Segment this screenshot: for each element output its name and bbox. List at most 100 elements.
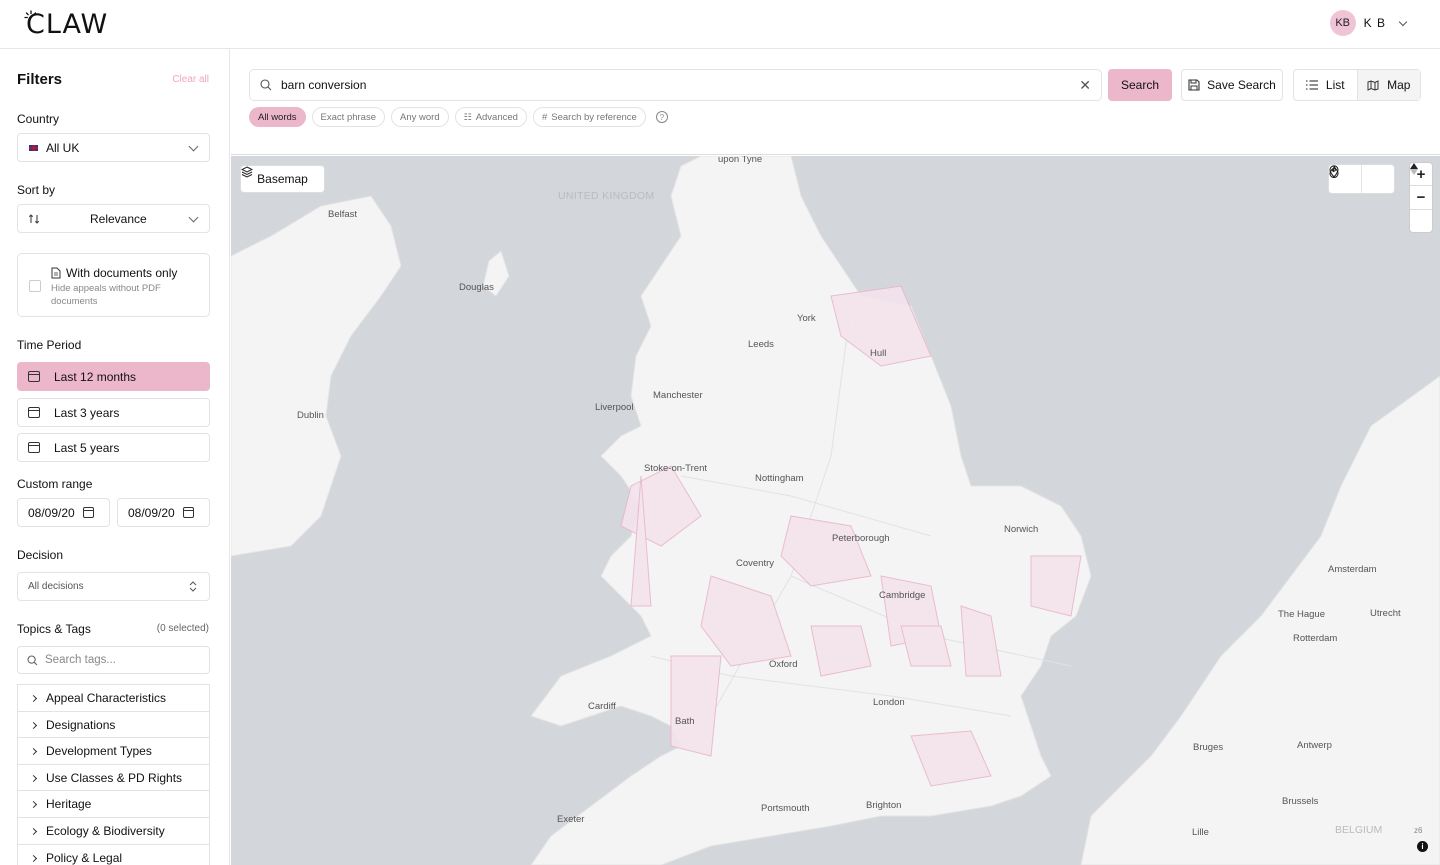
tag-group-development-types[interactable]: Development Types <box>17 737 210 764</box>
tag-group-designations[interactable]: Designations <box>17 711 210 738</box>
chevron-down-icon <box>1398 17 1408 26</box>
view-map-label: Map <box>1387 78 1411 92</box>
tag-group-label: Heritage <box>46 797 92 811</box>
country-value: All UK <box>46 140 80 155</box>
calendar-icon <box>28 407 40 418</box>
decision-label: Decision <box>17 548 64 562</box>
sun-icon <box>24 10 37 19</box>
chevron-down-icon <box>188 212 199 223</box>
chevron-right-icon <box>29 694 38 702</box>
documents-only-description: Hide appeals without PDF documents <box>51 283 161 307</box>
help-icon[interactable]: ? <box>655 111 668 123</box>
mode-advanced[interactable]: ☷ Advanced <box>454 107 527 127</box>
chevron-right-icon <box>29 747 38 755</box>
layers-icon <box>241 166 253 178</box>
tag-group-label: Designations <box>46 718 116 732</box>
basemap-button[interactable]: Basemap <box>240 165 325 193</box>
topics-label: Topics & Tags <box>17 622 91 636</box>
heatmap-flame-icon[interactable] <box>1329 165 1394 193</box>
decision-select[interactable]: All decisions <box>17 572 210 601</box>
search-input[interactable]: barn conversion ✕ <box>249 69 1102 101</box>
zoom-out-button[interactable]: − <box>1410 185 1432 208</box>
list-icon <box>1305 80 1318 90</box>
search-button[interactable]: Search <box>1108 69 1172 101</box>
period-last-12-months[interactable]: Last 12 months <box>17 362 210 391</box>
search-icon <box>27 654 38 665</box>
tag-group-use-classes[interactable]: Use Classes & PD Rights <box>17 764 210 791</box>
period-label: Last 5 years <box>54 440 120 455</box>
period-label: Last 12 months <box>54 369 137 384</box>
map-icon <box>1367 79 1379 91</box>
chevron-right-icon <box>29 854 38 862</box>
land-ireland <box>231 195 402 557</box>
user-menu[interactable]: KB K B <box>1329 10 1408 36</box>
view-toggle: List Map <box>1293 69 1421 101</box>
tag-group-label: Ecology & Biodiversity <box>46 824 165 838</box>
mode-search-by-reference[interactable]: # Search by reference <box>532 107 646 127</box>
tag-group-heritage[interactable]: Heritage <box>17 790 210 817</box>
map-canvas[interactable] <box>231 156 1440 865</box>
mode-any-word[interactable]: Any word <box>391 107 449 127</box>
compass-icon <box>1410 163 1418 175</box>
documents-only-filter[interactable]: With documents only Hide appeals without… <box>17 253 210 317</box>
sliders-icon: ☷ <box>463 111 472 122</box>
chevron-right-icon <box>29 800 38 808</box>
view-list-label: List <box>1325 78 1345 92</box>
sort-value: Relevance <box>90 211 147 226</box>
reset-north-button[interactable] <box>1410 163 1432 232</box>
filters-title: Filters <box>17 71 63 88</box>
tag-group-policy-legal[interactable]: Policy & Legal <box>17 844 210 865</box>
calendar-icon[interactable] <box>182 507 194 518</box>
chevron-right-icon <box>29 774 38 782</box>
chevron-right-icon <box>29 721 38 729</box>
period-last-5-years[interactable]: Last 5 years <box>17 433 210 462</box>
land-great-britain <box>530 156 1092 865</box>
land-isle-of-man <box>482 250 510 297</box>
logo-text: CLAW <box>26 8 109 40</box>
mode-all-words[interactable]: All words <box>249 107 306 127</box>
map-tools <box>1328 164 1395 194</box>
basemap-label: Basemap <box>257 172 308 186</box>
country-select[interactable]: All UK <box>17 133 210 162</box>
clear-search-icon[interactable]: ✕ <box>1079 77 1091 94</box>
document-icon <box>51 267 61 279</box>
search-value: barn conversion <box>281 78 367 92</box>
tag-group-label: Development Types <box>46 744 152 758</box>
mode-label: Advanced <box>475 111 518 123</box>
mode-exact-phrase[interactable]: Exact phrase <box>311 107 385 127</box>
tag-search-input[interactable]: Search tags... <box>17 646 210 674</box>
logo[interactable]: CLAW <box>24 8 108 40</box>
period-last-3-years[interactable]: Last 3 years <box>17 398 210 427</box>
tag-group-ecology[interactable]: Ecology & Biodiversity <box>17 817 210 844</box>
calendar-icon <box>28 371 40 382</box>
tag-group-label: Use Classes & PD Rights <box>46 771 183 785</box>
map-view[interactable]: upon Tyne UNITED KINGDOM Belfast Douglas… <box>231 156 1440 865</box>
period-label: Last 3 years <box>54 405 120 420</box>
date-to-input[interactable]: 08/09/20 <box>117 498 210 527</box>
calendar-icon[interactable] <box>82 507 94 518</box>
clear-all-button[interactable]: Clear all <box>172 74 209 85</box>
search-header: barn conversion ✕ Search Save Search Lis… <box>231 49 1440 155</box>
documents-only-title: With documents only <box>66 266 178 280</box>
view-map-button[interactable]: Map <box>1356 70 1420 100</box>
uk-flag-icon <box>28 143 39 152</box>
mode-label: Search by reference <box>551 111 637 123</box>
search-icon <box>260 79 272 91</box>
hash-icon: # <box>541 111 548 123</box>
view-list-button[interactable]: List <box>1294 70 1357 100</box>
decision-value: All decisions <box>28 581 84 592</box>
search-mode-chips: All words Exact phrase Any word ☷ Advance… <box>249 107 668 127</box>
save-search-button[interactable]: Save Search <box>1181 69 1283 101</box>
chevron-right-icon <box>29 827 38 835</box>
sort-select[interactable]: Relevance <box>17 204 210 233</box>
info-icon[interactable]: i <box>1417 841 1428 852</box>
calendar-icon <box>28 442 40 453</box>
filters-sidebar: Filters Clear all Country All UK Sort by… <box>0 49 230 865</box>
top-bar: CLAW KB K B <box>0 0 1440 49</box>
save-search-label: Save Search <box>1207 78 1276 92</box>
documents-only-checkbox[interactable] <box>29 280 41 292</box>
chevron-down-icon <box>188 141 199 152</box>
topics-count: (0 selected) <box>156 623 209 634</box>
tag-group-appeal-characteristics[interactable]: Appeal Characteristics <box>17 684 210 711</box>
date-from-input[interactable]: 08/09/20 <box>17 498 110 527</box>
